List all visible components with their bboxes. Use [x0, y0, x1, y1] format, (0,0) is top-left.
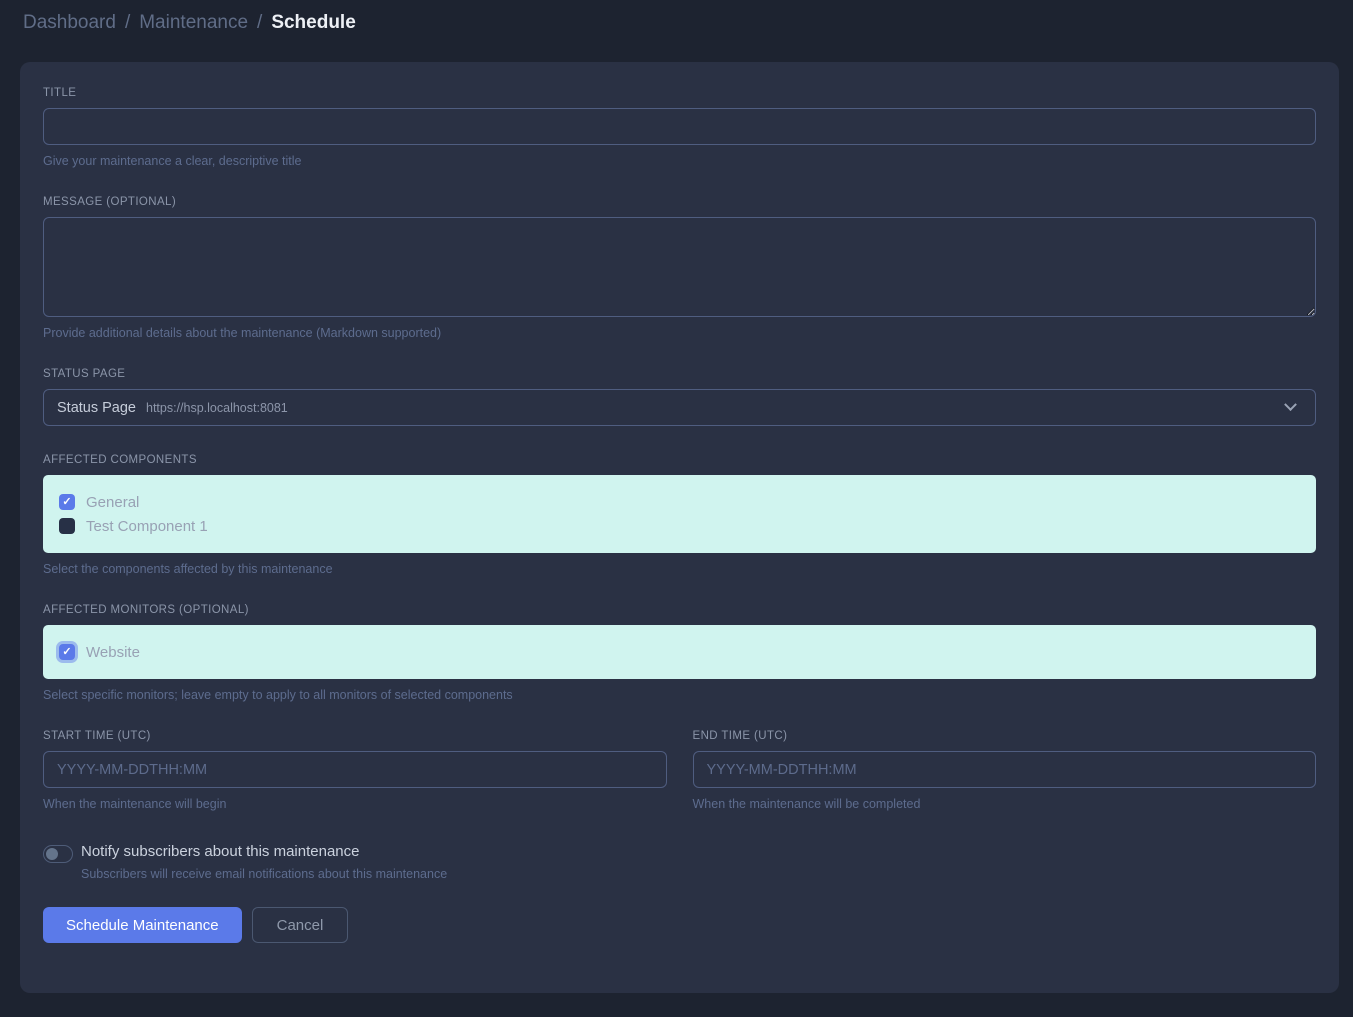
end-time-input[interactable] [693, 751, 1317, 788]
breadcrumb-schedule-current: Schedule [271, 12, 355, 34]
message-helper: Provide additional details about the mai… [43, 326, 1316, 340]
affected-monitors-label: AFFECTED MONITORS (OPTIONAL) [43, 604, 1316, 616]
affected-components-helper: Select the components affected by this m… [43, 562, 1316, 576]
affected-components-label: AFFECTED COMPONENTS [43, 454, 1316, 466]
check-icon: ✓ [62, 497, 71, 508]
status-page-section: STATUS PAGE Status Page https://hsp.loca… [43, 368, 1316, 426]
start-time-helper: When the maintenance will begin [43, 797, 667, 811]
breadcrumb-maintenance[interactable]: Maintenance [139, 12, 248, 34]
status-page-select[interactable]: Status Page https://hsp.localhost:8081 [43, 389, 1316, 426]
schedule-maintenance-button[interactable]: Schedule Maintenance [43, 907, 242, 943]
breadcrumb: Dashboard / Maintenance / Schedule [23, 12, 1329, 34]
start-time-input[interactable] [43, 751, 667, 788]
time-fields-row: START TIME (UTC) When the maintenance wi… [43, 730, 1316, 811]
affected-monitors-helper: Select specific monitors; leave empty to… [43, 688, 1316, 702]
affected-components-box: ✓ General ✓ Test Component 1 [43, 475, 1316, 553]
notify-toggle[interactable] [43, 845, 73, 863]
chevron-down-icon [1284, 398, 1297, 411]
title-helper: Give your maintenance a clear, descripti… [43, 154, 1316, 168]
message-section: MESSAGE (OPTIONAL) Provide additional de… [43, 196, 1316, 340]
breadcrumb-dashboard[interactable]: Dashboard [23, 12, 116, 34]
affected-components-section: AFFECTED COMPONENTS ✓ General ✓ Test Com… [43, 454, 1316, 576]
title-section: TITLE Give your maintenance a clear, des… [43, 87, 1316, 168]
breadcrumb-separator: / [257, 12, 262, 34]
breadcrumb-separator: / [125, 12, 130, 34]
cancel-button[interactable]: Cancel [252, 907, 349, 943]
message-label: MESSAGE (OPTIONAL) [43, 196, 1316, 208]
title-input[interactable] [43, 108, 1316, 145]
checkbox-website[interactable]: ✓ [59, 644, 75, 660]
start-time-section: START TIME (UTC) When the maintenance wi… [43, 730, 667, 811]
check-icon: ✓ [62, 647, 71, 658]
toggle-knob [46, 848, 58, 860]
component-option-test-component-1[interactable]: ✓ Test Component 1 [59, 514, 1300, 538]
checkbox-general[interactable]: ✓ [59, 494, 75, 510]
checkbox-test-component-1[interactable]: ✓ [59, 518, 75, 534]
component-option-label: Test Component 1 [86, 518, 208, 535]
affected-monitors-section: AFFECTED MONITORS (OPTIONAL) ✓ Website S… [43, 604, 1316, 702]
start-time-label: START TIME (UTC) [43, 730, 667, 742]
end-time-helper: When the maintenance will be completed [693, 797, 1317, 811]
status-page-selected-name: Status Page [57, 400, 136, 416]
monitor-option-label: Website [86, 644, 140, 661]
monitor-option-website[interactable]: ✓ Website [59, 640, 1300, 664]
end-time-section: END TIME (UTC) When the maintenance will… [693, 730, 1317, 811]
end-time-label: END TIME (UTC) [693, 730, 1317, 742]
component-option-general[interactable]: ✓ General [59, 490, 1300, 514]
notify-helper: Subscribers will receive email notificat… [81, 867, 447, 881]
status-page-selected-url: https://hsp.localhost:8081 [146, 401, 288, 415]
top-bar: Dashboard / Maintenance / Schedule [0, 0, 1353, 50]
notify-subscribers-row: Notify subscribers about this maintenanc… [43, 843, 1316, 881]
title-label: TITLE [43, 87, 1316, 99]
affected-monitors-box: ✓ Website [43, 625, 1316, 679]
form-actions: Schedule Maintenance Cancel [43, 907, 1316, 943]
message-textarea[interactable] [43, 217, 1316, 317]
status-page-label: STATUS PAGE [43, 368, 1316, 380]
notify-label: Notify subscribers about this maintenanc… [81, 843, 447, 860]
notify-texts: Notify subscribers about this maintenanc… [81, 843, 447, 881]
component-option-label: General [86, 494, 139, 511]
schedule-maintenance-form-card: TITLE Give your maintenance a clear, des… [20, 62, 1339, 993]
